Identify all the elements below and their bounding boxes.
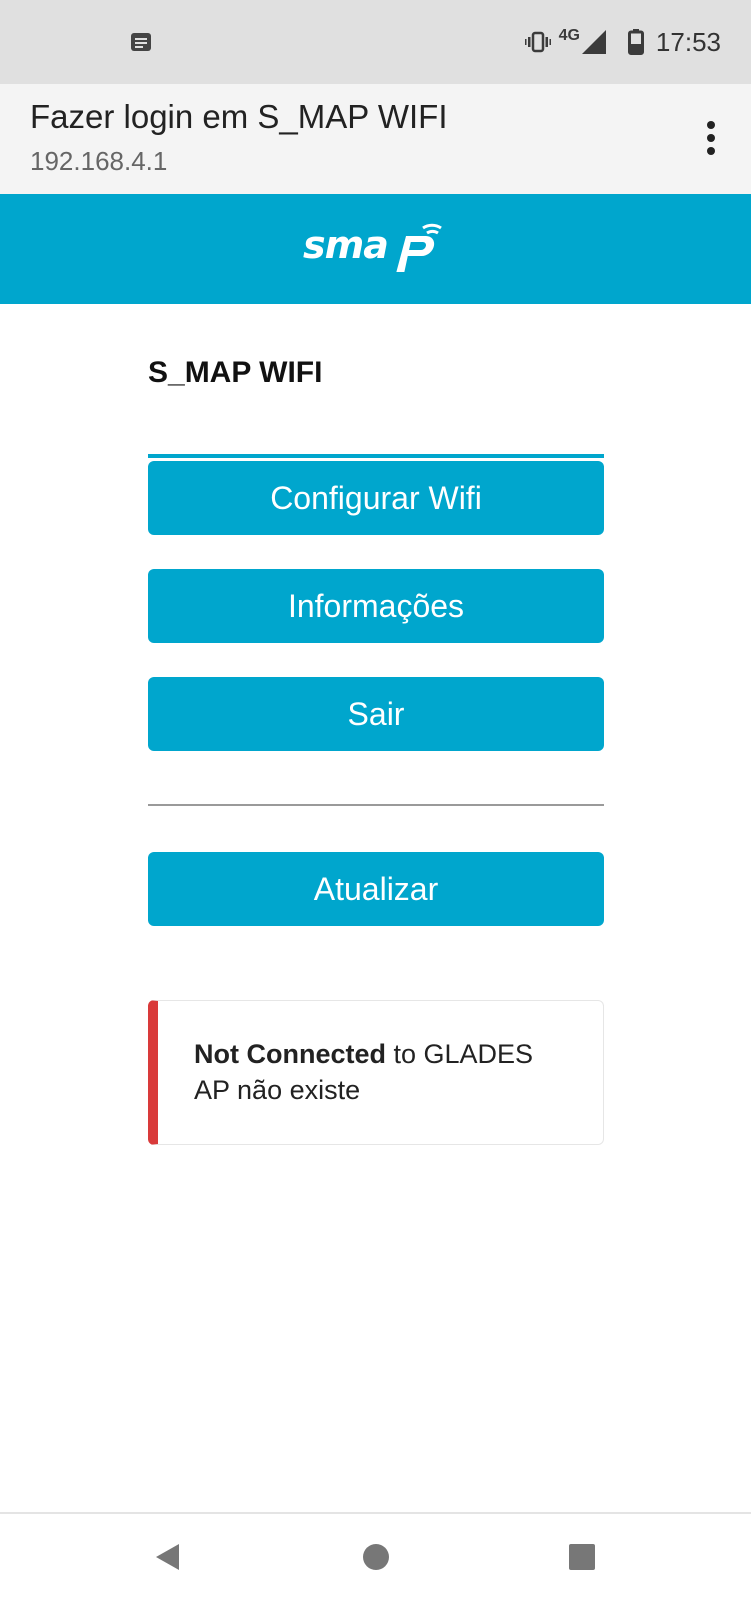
brand-header: sma bbox=[0, 194, 751, 304]
status-strong: Not Connected bbox=[194, 1039, 386, 1069]
info-button[interactable]: Informações bbox=[148, 569, 604, 643]
configure-wifi-button[interactable]: Configurar Wifi bbox=[148, 461, 604, 535]
page-heading: S_MAP WIFI bbox=[148, 356, 323, 389]
url-text: 192.168.4.1 bbox=[30, 146, 168, 176]
divider bbox=[148, 804, 604, 806]
connection-status-message: Not Connected to GLADES AP não existe bbox=[148, 1000, 604, 1145]
network-type: 4G bbox=[558, 27, 580, 44]
page-title: Fazer login em S_MAP WIFI bbox=[30, 98, 448, 135]
more-vert-icon[interactable] bbox=[701, 118, 721, 158]
status-rest: to GLADES bbox=[386, 1039, 534, 1069]
divider bbox=[148, 454, 604, 458]
back-icon[interactable] bbox=[153, 1542, 183, 1572]
smap-logo: sma bbox=[303, 223, 442, 272]
status-line: Not Connected to GLADES bbox=[194, 1039, 533, 1070]
browser-header: Fazer login em S_MAP WIFI 192.168.4.1 bbox=[0, 84, 751, 194]
status-bar: 4G 17:53 bbox=[0, 0, 751, 84]
exit-button[interactable]: Sair bbox=[148, 677, 604, 751]
home-icon[interactable] bbox=[361, 1542, 391, 1572]
vibrate-icon bbox=[524, 31, 551, 53]
refresh-button[interactable]: Atualizar bbox=[148, 852, 604, 926]
clock: 17:53 bbox=[655, 26, 721, 57]
battery-icon bbox=[627, 29, 644, 55]
recents-icon[interactable] bbox=[567, 1542, 597, 1572]
notification-icon bbox=[131, 33, 151, 51]
svg-text:sma: sma bbox=[303, 223, 388, 267]
status-detail: AP não existe bbox=[194, 1075, 361, 1105]
signal-icon bbox=[581, 30, 606, 54]
navigation-bar bbox=[0, 1512, 751, 1600]
